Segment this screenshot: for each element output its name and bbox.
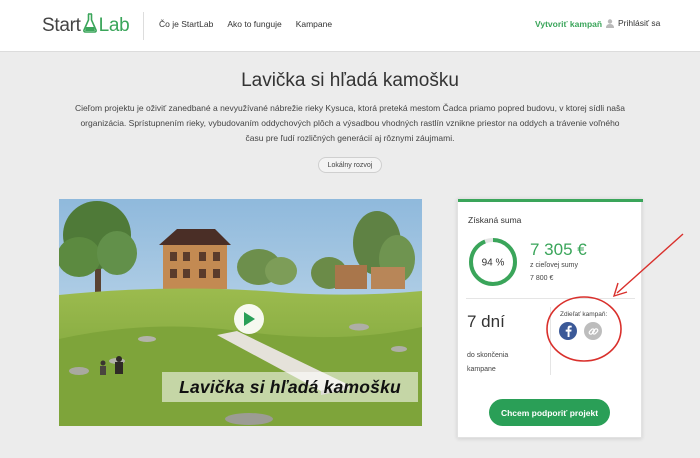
logo-lab-text: Lab <box>98 15 130 36</box>
progress-ring: 94 % <box>469 238 517 286</box>
card-accent-bar <box>458 199 643 202</box>
campaign-title: Lavička si hľadá kamošku <box>241 70 459 91</box>
support-project-button[interactable]: Chcem podporiť projekt <box>489 399 610 426</box>
card-vertical-divider <box>550 307 551 375</box>
facebook-icon <box>565 325 572 337</box>
days-remaining-label: do skončenia kampane <box>467 352 509 373</box>
flask-icon <box>82 13 97 39</box>
raised-amount: 7 305 € <box>530 240 587 259</box>
site-header: Start Lab Čo je StartLab Ako to funguje … <box>0 0 700 52</box>
video-caption: Lavička si hľadá kamošku <box>162 372 418 402</box>
funding-card: Získaná suma 94 % 7 305 € z cieľovej sum… <box>457 198 643 438</box>
user-icon <box>606 18 614 28</box>
nav-item-what-is-startlab[interactable]: Čo je StartLab <box>159 19 213 29</box>
progress-percent: 94 % <box>482 258 505 269</box>
header-divider <box>143 12 144 40</box>
logo-start-text: Start <box>42 15 81 36</box>
category-tag[interactable]: Lokálny rozvoj <box>318 157 382 173</box>
campaign-description: Cieľom projektu je oživiť zanedbané a ne… <box>75 103 625 143</box>
days-remaining: 7 dní <box>467 312 505 331</box>
nav-item-how-it-works[interactable]: Ako to funguje <box>227 19 281 29</box>
link-icon <box>588 327 598 335</box>
nav-item-campaigns[interactable]: Kampane <box>296 19 332 29</box>
share-label: Zdieľať kampaň: <box>560 311 608 318</box>
facebook-share-button[interactable] <box>559 322 577 340</box>
login-label: Prihlásiť sa <box>618 18 661 28</box>
raised-label: Získaná suma <box>468 215 522 225</box>
card-divider <box>466 298 635 299</box>
play-icon <box>244 312 255 326</box>
copy-link-button[interactable] <box>584 322 602 340</box>
goal-value: 7 800 € <box>530 275 554 282</box>
startlab-logo[interactable]: Start Lab <box>42 13 130 39</box>
play-button[interactable] <box>234 304 264 334</box>
create-campaign-link[interactable]: Vytvoriť kampaň <box>535 19 602 29</box>
goal-label: z cieľovej sumy <box>530 262 578 269</box>
main-nav: Čo je StartLab Ako to funguje Kampane <box>159 19 332 29</box>
login-link[interactable]: Prihlásiť sa <box>606 18 660 28</box>
